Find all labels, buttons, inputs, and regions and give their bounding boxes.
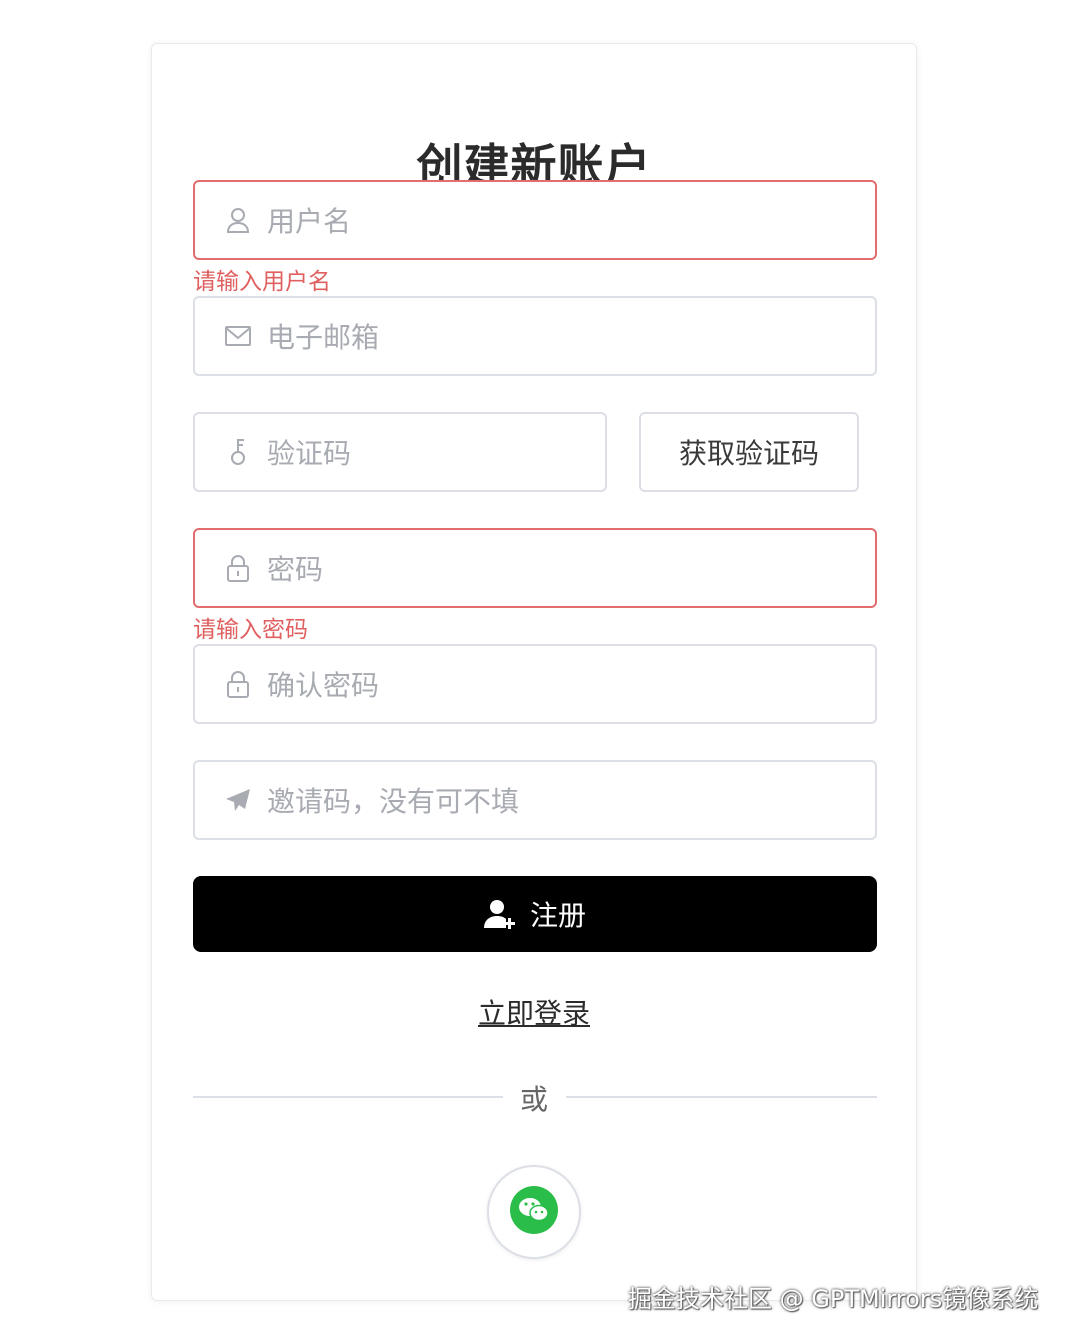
lock-icon	[224, 554, 252, 582]
lock-icon	[224, 670, 252, 698]
divider-text: 或	[519, 1083, 548, 1116]
mail-icon	[224, 322, 252, 350]
confirm-password-placeholder: 确认密码	[267, 669, 380, 702]
register-button-label: 注册	[529, 899, 586, 932]
username-placeholder: 用户名	[267, 205, 352, 238]
confirm-password-field[interactable]: 确认密码	[193, 644, 877, 724]
password-error: 请输入密码	[193, 617, 308, 643]
wechat-icon	[510, 1186, 558, 1238]
email-placeholder: 电子邮箱	[267, 321, 380, 354]
send-icon	[224, 786, 252, 814]
invite-code-field[interactable]: 邀请码，没有可不填	[193, 760, 877, 840]
email-field[interactable]: 电子邮箱	[193, 296, 877, 376]
login-link[interactable]: 立即登录	[152, 992, 916, 1032]
register-button[interactable]: 注册	[193, 876, 877, 952]
add-user-icon	[483, 898, 516, 930]
code-field[interactable]: 验证码	[193, 412, 607, 492]
watermark: 掘金技术社区 @ GPTMirrors镜像系统	[628, 1285, 1039, 1313]
key-icon	[224, 438, 252, 466]
username-error: 请输入用户名	[193, 269, 331, 295]
password-placeholder: 密码	[267, 553, 324, 586]
invite-code-placeholder: 邀请码，没有可不填	[267, 785, 520, 818]
wechat-login-button[interactable]	[487, 1165, 581, 1259]
username-field[interactable]: 用户名	[193, 180, 877, 260]
get-code-button[interactable]: 获取验证码	[639, 412, 859, 492]
divider-right	[566, 1096, 877, 1098]
user-icon	[224, 206, 252, 234]
password-field[interactable]: 密码	[193, 528, 877, 608]
register-card: 创建新账户 用户名 请输入用户名 电子邮箱 验证码 获取验证码 密码 请输入密码…	[151, 43, 917, 1301]
code-placeholder: 验证码	[267, 437, 352, 470]
